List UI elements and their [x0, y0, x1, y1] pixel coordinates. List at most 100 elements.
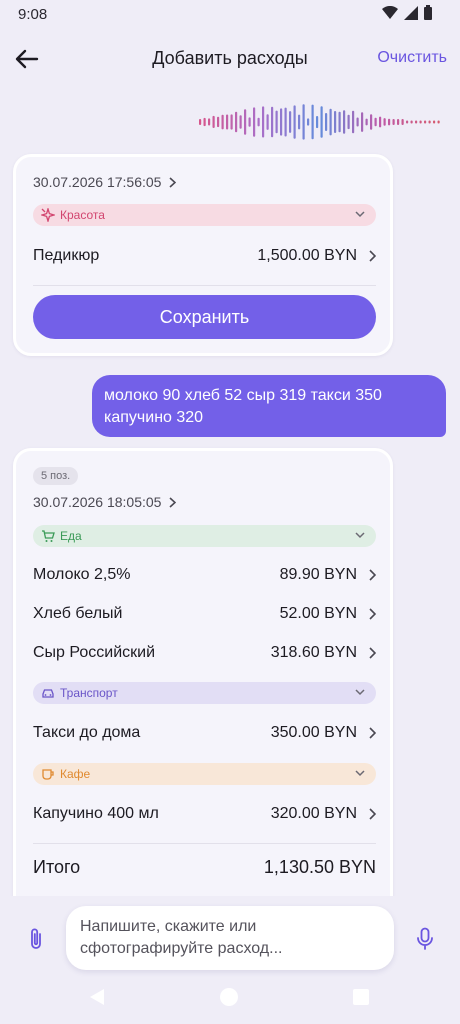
waveform-bar [406, 120, 409, 124]
positions-badge: 5 поз. [33, 467, 79, 485]
expense-name: Педикюр [33, 247, 100, 264]
chevron-right-icon [369, 250, 376, 262]
user-message-bubble: молоко 90 хлеб 52 сыр 319 такси 350 капу… [92, 375, 446, 437]
expense-row[interactable]: Капучино 400 мл 320.00 BYN [33, 801, 376, 827]
expense-row[interactable]: Хлеб белый 52.00 BYN [33, 601, 376, 627]
waveform-bar [428, 120, 431, 124]
waveform-bar [262, 106, 265, 138]
waveform-bar [329, 108, 332, 136]
category-label: Кафе [60, 767, 91, 781]
waveform-bar [401, 119, 404, 125]
expense-row[interactable]: Молоко 2,5% 89.90 BYN [33, 562, 376, 588]
waveform-bar [365, 118, 368, 126]
voice-waveform[interactable] [199, 100, 447, 144]
waveform-bar [248, 117, 251, 127]
waveform-bar [338, 111, 341, 133]
waveform-bar [244, 109, 247, 135]
waveform-bar [302, 104, 305, 140]
status-bar: 9:08 [0, 0, 460, 28]
chevron-right-icon [369, 727, 376, 739]
waveform-bar [307, 118, 310, 126]
expense-name: Хлеб белый [33, 605, 123, 622]
chevron-right-icon [369, 808, 376, 820]
waveform-bar [253, 107, 256, 137]
attach-button[interactable] [22, 925, 50, 953]
waveform-bar [208, 118, 211, 126]
waveform-bar [284, 107, 287, 137]
expense-row[interactable]: Такси до дома 350.00 BYN [33, 720, 376, 746]
waveform-bar [397, 119, 400, 125]
waveform-bar [392, 119, 395, 125]
category-label: Красота [60, 208, 105, 222]
car-icon [41, 686, 55, 700]
chevron-right-icon [369, 608, 376, 620]
waveform-bar [325, 113, 328, 131]
expense-card-2: 5 поз. 30.07.2026 18:05:05 Еда Молоко 2,… [13, 448, 393, 918]
signal-icon [404, 5, 418, 20]
category-label: Еда [60, 529, 82, 543]
datetime-text: 30.07.2026 18:05:05 [33, 494, 162, 510]
expense-row[interactable]: Сыр Российский 318.60 BYN [33, 640, 376, 666]
waveform-bar [217, 116, 220, 128]
nav-recents-button[interactable] [353, 989, 369, 1005]
paperclip-icon [31, 928, 41, 949]
waveform-bar [311, 104, 314, 140]
expense-input[interactable]: Напишите, скажите или сфотографируйте ра… [66, 906, 394, 970]
status-icons [382, 5, 432, 20]
waveform-bar [361, 112, 364, 132]
expense-name: Сыр Российский [33, 644, 156, 661]
battery-icon [424, 5, 432, 20]
expense-amount: 318.60 BYN [270, 644, 357, 661]
waveform-bar [298, 114, 301, 130]
total-label: Итого [33, 857, 81, 877]
waveform-bar [320, 106, 323, 138]
datetime-selector[interactable]: 30.07.2026 17:56:05 [33, 174, 177, 190]
waveform-bar [437, 120, 440, 124]
waveform-bar [221, 114, 224, 130]
sparkle-icon [41, 208, 55, 222]
divider [33, 285, 376, 286]
cup-icon [41, 767, 55, 781]
waveform-bar [289, 111, 292, 133]
expense-name: Капучино 400 мл [33, 805, 159, 822]
expense-amount: 89.90 BYN [279, 566, 357, 583]
app-bar: Добавить расходы Очистить [0, 36, 460, 80]
category-selector-food[interactable]: Еда [33, 525, 376, 547]
chevron-down-icon [355, 532, 365, 539]
total-row: Итого 1,130.50 BYN [33, 857, 376, 878]
category-label: Транспорт [60, 686, 118, 700]
total-amount: 1,130.50 BYN [263, 857, 376, 877]
clear-button[interactable]: Очистить [377, 49, 447, 67]
waveform-bar [419, 120, 422, 124]
waveform-bar [293, 105, 296, 139]
save-button[interactable]: Сохранить [33, 295, 376, 339]
waveform-bar [271, 106, 274, 138]
waveform-bar [266, 114, 269, 130]
waveform-bar [275, 110, 278, 134]
waveform-bar [433, 120, 436, 124]
divider [33, 843, 376, 844]
category-selector-beauty[interactable]: Красота [33, 204, 376, 226]
nav-back-icon[interactable] [88, 988, 106, 1006]
nav-home-button[interactable] [220, 988, 238, 1006]
waveform-bar [212, 115, 215, 128]
mic-button[interactable] [410, 924, 440, 954]
category-selector-transport[interactable]: Транспорт [33, 682, 376, 704]
waveform-bar [374, 117, 377, 127]
waveform-bar [415, 120, 418, 124]
waveform-bar [239, 115, 242, 129]
expense-name: Такси до дома [33, 724, 141, 741]
microphone-icon [417, 927, 433, 950]
datetime-text: 30.07.2026 17:56:05 [33, 174, 162, 190]
waveform-bar [235, 111, 238, 133]
expense-amount: 52.00 BYN [279, 605, 357, 622]
datetime-selector[interactable]: 30.07.2026 18:05:05 [33, 494, 177, 510]
chevron-down-icon [355, 211, 365, 218]
waveform-bar [199, 119, 202, 125]
expense-card-1: 30.07.2026 17:56:05 Красота Педикюр 1,50… [13, 154, 393, 356]
expense-row[interactable]: Педикюр 1,500.00 BYN [33, 243, 376, 269]
category-selector-cafe[interactable]: Кафе [33, 763, 376, 785]
chevron-down-icon [355, 770, 365, 777]
waveform-bar [226, 114, 229, 130]
waveform-bar [424, 120, 427, 124]
